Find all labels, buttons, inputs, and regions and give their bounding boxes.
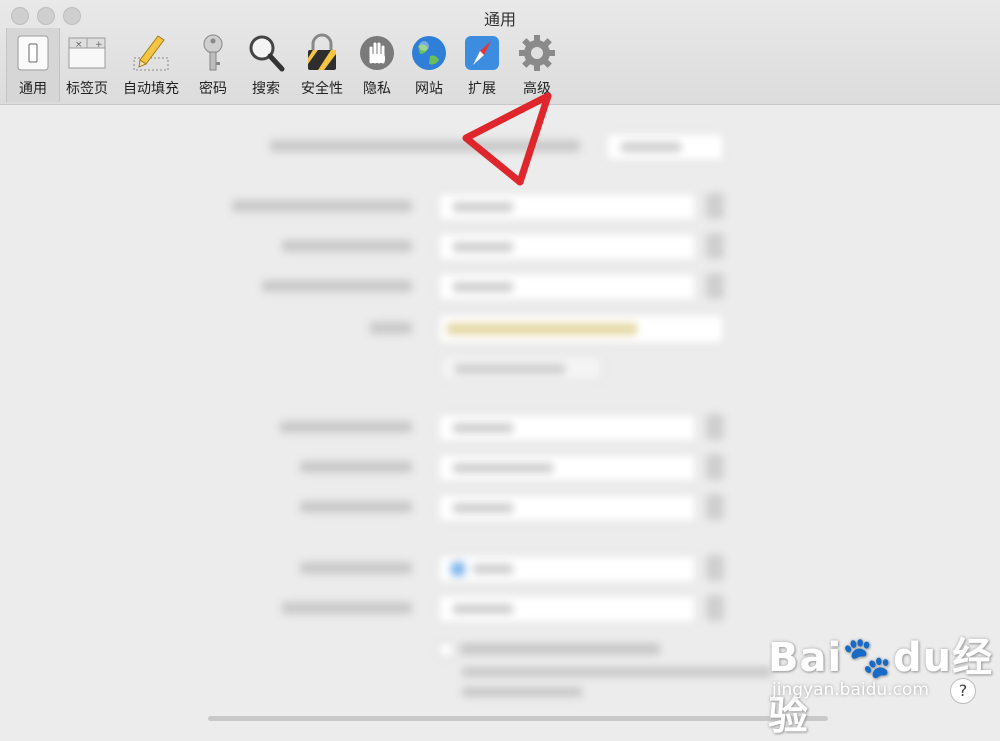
watermark-brand: Bai xyxy=(768,635,843,681)
annotation-arrow xyxy=(462,92,552,186)
watermark-brand-du: du xyxy=(893,635,953,681)
paw-icon: 🐾 xyxy=(842,635,894,681)
help-button[interactable]: ? xyxy=(950,678,976,704)
watermark-site: jingyan.baidu.com xyxy=(772,680,929,700)
preferences-window: 通用 通用 × + 标签页 自动填充 密码 搜索 安全性 隐私 网站 扩展 高级… xyxy=(0,0,1000,739)
